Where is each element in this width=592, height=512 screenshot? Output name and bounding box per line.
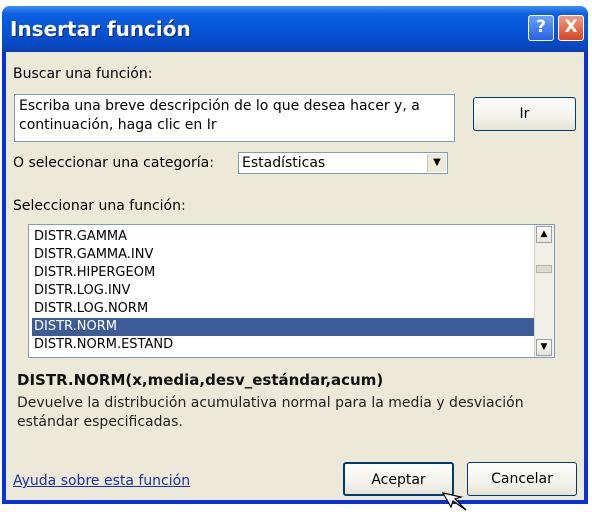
- vertical-scrollbar[interactable]: ▲ ▼: [534, 225, 554, 357]
- list-item[interactable]: DISTR.NORM.ESTAND: [32, 336, 534, 354]
- scroll-thumb[interactable]: [536, 265, 552, 273]
- list-item[interactable]: DISTR.HIPERGEOM: [32, 264, 534, 282]
- list-item[interactable]: DISTR.GAMMA.INV: [32, 246, 534, 264]
- go-button[interactable]: Ir: [473, 97, 576, 131]
- mouse-cursor-icon: [442, 492, 467, 511]
- function-signature: DISTR.NORM(x,media,desv_estándar,acum): [17, 371, 384, 389]
- scroll-down-icon[interactable]: ▼: [536, 339, 552, 356]
- title-bar[interactable]: Insertar función ? X: [2, 6, 588, 52]
- function-listbox[interactable]: DISTR.GAMMA DISTR.GAMMA.INV DISTR.HIPERG…: [28, 224, 555, 358]
- ok-button[interactable]: Aceptar: [343, 462, 454, 496]
- dialog-body: Buscar una función: Escriba una breve de…: [6, 52, 584, 500]
- scroll-up-icon[interactable]: ▲: [536, 226, 552, 243]
- category-select[interactable]: Estadísticas ▼: [238, 152, 448, 174]
- cancel-button[interactable]: Cancelar: [467, 462, 577, 496]
- function-list-label: Seleccionar una función:: [13, 198, 186, 214]
- chevron-down-icon[interactable]: ▼: [427, 154, 446, 172]
- category-selected-value: Estadísticas: [242, 155, 326, 171]
- list-item-selected[interactable]: DISTR.NORM: [32, 318, 534, 336]
- list-item[interactable]: DISTR.LOG.INV: [32, 282, 534, 300]
- list-item[interactable]: DISTR.LOG.NORM: [32, 300, 534, 318]
- help-link[interactable]: Ayuda sobre esta función: [13, 473, 190, 489]
- insert-function-dialog: Insertar función ? X Buscar una función:…: [2, 6, 588, 504]
- help-button[interactable]: ?: [528, 15, 554, 41]
- close-button[interactable]: X: [558, 15, 584, 41]
- search-input[interactable]: Escriba una breve descripción de lo que …: [14, 94, 455, 142]
- search-label: Buscar una función:: [13, 66, 153, 82]
- function-description: Devuelve la distribución acumulativa nor…: [17, 395, 524, 430]
- list-item[interactable]: DISTR.GAMMA: [32, 228, 534, 246]
- category-label: O seleccionar una categoría:: [13, 155, 214, 171]
- dialog-title: Insertar función: [10, 17, 191, 41]
